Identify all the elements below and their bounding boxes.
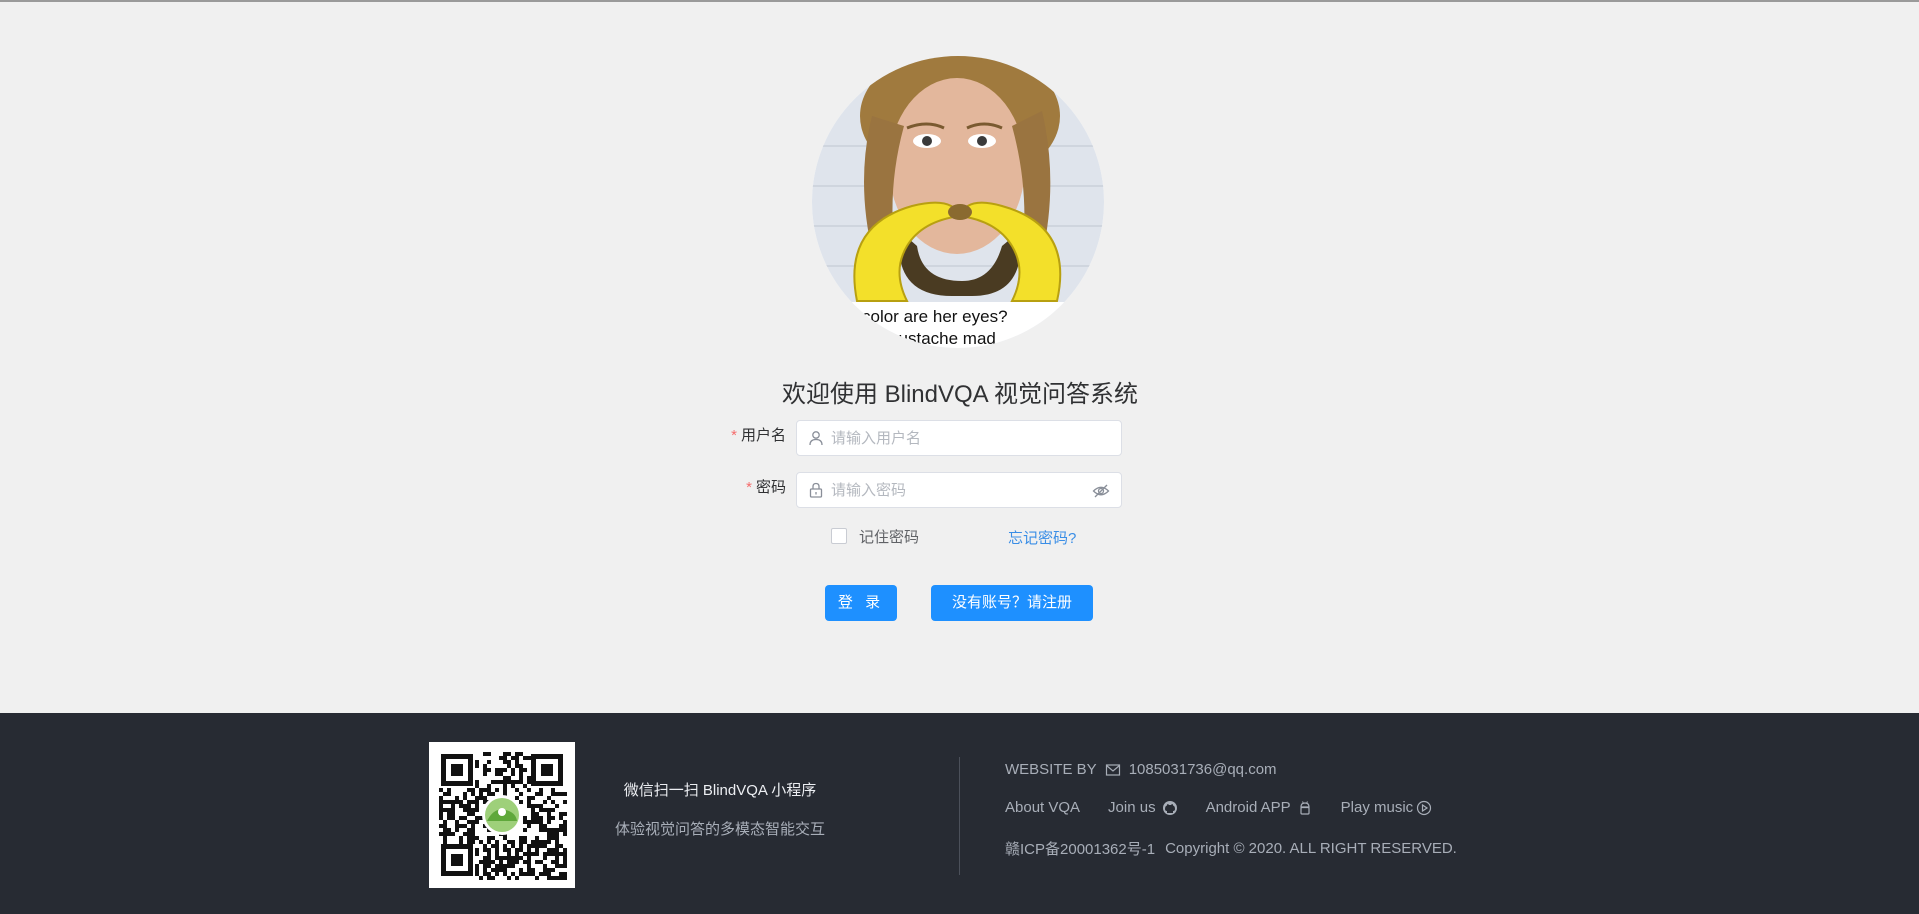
play-music-link[interactable]: Play music xyxy=(1341,799,1433,816)
miniprogram-description: 体验视觉问答的多模态智能交互 xyxy=(614,821,825,838)
about-vqa-label: About VQA xyxy=(1005,799,1081,816)
forgot-password-link[interactable]: 忘记密码? xyxy=(1008,527,1076,548)
footer: 微信扫一扫 BlindVQA 小程序 体验视觉问答的多模态智能交互 WEBSIT… xyxy=(0,713,1919,914)
about-vqa-link[interactable]: About VQA xyxy=(1005,799,1080,816)
username-input[interactable] xyxy=(831,421,1081,455)
mail-icon xyxy=(1105,763,1120,776)
username-form-item: * 用户名 xyxy=(680,420,1130,458)
username-label-text: 用户名 xyxy=(740,427,786,444)
footer-copyright: 赣ICP备20001362号-1 Copyright © 2020. ALL R… xyxy=(1005,838,1457,859)
play-music-label: Play music xyxy=(1340,799,1414,816)
copyright-text: Copyright © 2020. ALL RIGHT RESERVED. xyxy=(1165,840,1457,857)
footer-links: About VQA Join us Android APP Play music xyxy=(1005,799,1432,816)
password-label: * 密码 xyxy=(680,474,786,502)
android-app-link[interactable]: Android APP xyxy=(1206,799,1313,816)
password-form-item: * 密码 xyxy=(680,472,1130,510)
github-icon xyxy=(1162,800,1177,815)
register-button[interactable]: 没有账号？请注册 xyxy=(931,585,1093,621)
page-title: 欢迎使用 BlindVQA 视觉问答系统 xyxy=(781,381,1139,408)
icp-link[interactable]: 赣ICP备20001362号-1 xyxy=(1005,838,1155,859)
footer-website-by: WEBSITE BY 1085031736@qq.com xyxy=(1005,761,1277,778)
join-us-label: Join us xyxy=(1108,799,1156,816)
top-border xyxy=(0,0,1919,2)
remember-checkbox[interactable] xyxy=(831,528,847,544)
avatar-caption-line2: the mustache mad xyxy=(856,329,996,348)
android-icon xyxy=(1300,800,1310,815)
username-label: * 用户名 xyxy=(680,422,786,450)
login-button[interactable]: 登 录 xyxy=(825,585,897,621)
wechat-qr-code xyxy=(429,742,575,888)
miniprogram-title: 微信扫一扫 BlindVQA 小程序 xyxy=(623,782,817,799)
android-app-label: Android APP xyxy=(1205,799,1291,816)
required-mark: * xyxy=(746,479,752,496)
website-by-label: WEBSITE BY xyxy=(1005,761,1097,778)
join-us-link[interactable]: Join us xyxy=(1108,799,1178,816)
lock-icon xyxy=(809,482,823,498)
footer-divider xyxy=(959,757,960,875)
required-mark: * xyxy=(731,427,737,444)
username-input-wrapper[interactable] xyxy=(796,420,1122,456)
user-icon xyxy=(809,431,823,446)
password-label-text: 密码 xyxy=(755,479,786,496)
password-input[interactable] xyxy=(831,473,1081,507)
remember-label: 记住密码 xyxy=(859,528,920,546)
email-link[interactable]: 1085031736@qq.com xyxy=(1129,761,1277,778)
eye-hidden-icon[interactable] xyxy=(1092,482,1110,500)
password-input-wrapper[interactable] xyxy=(796,472,1122,508)
vqa-example-image: color are her eyes? the mustache mad xyxy=(812,56,1104,348)
remember-password[interactable]: 记住密码 xyxy=(831,526,919,546)
play-circle-icon xyxy=(1417,800,1432,815)
avatar-caption-line1: color are her eyes? xyxy=(862,307,1008,326)
